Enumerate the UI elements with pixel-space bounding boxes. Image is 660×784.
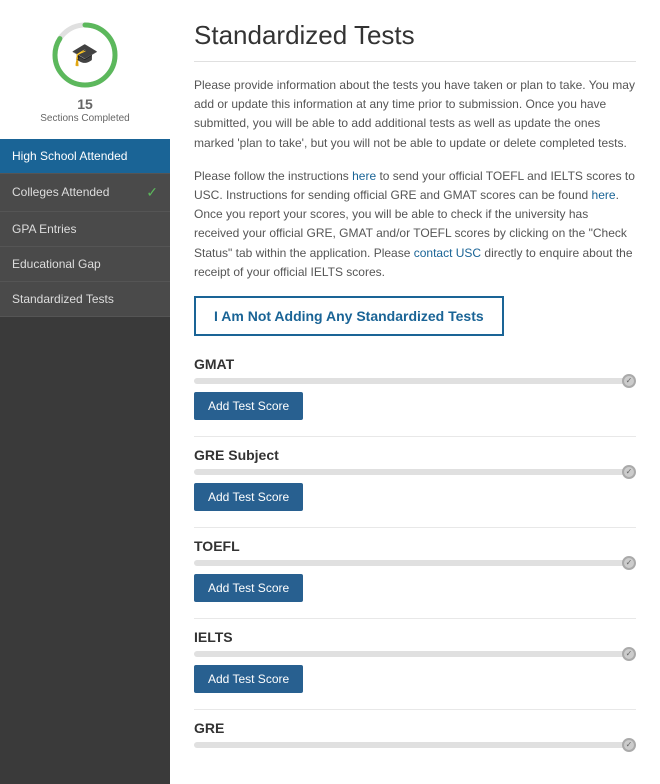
toefl-progress-circle: ✓ (622, 556, 636, 570)
colleges-check-icon: ✓ (146, 184, 158, 201)
gre-check: ✓ (626, 740, 633, 749)
gmat-add-test-button[interactable]: Add Test Score (194, 392, 303, 420)
gmat-check: ✓ (626, 376, 633, 385)
gre-section: GRE ✓ (194, 720, 636, 748)
gre-subject-check: ✓ (626, 467, 633, 476)
page-title: Standardized Tests (194, 20, 636, 62)
toefl-check: ✓ (626, 558, 633, 567)
gre-subject-progress-circle: ✓ (622, 465, 636, 479)
ielts-check: ✓ (626, 649, 633, 658)
gmat-label: GMAT (194, 356, 636, 372)
ielts-section: IELTS ✓ Add Test Score (194, 629, 636, 693)
sidebar-item-std-tests[interactable]: Standardized Tests (0, 282, 170, 317)
progress-circle: 🎓 (50, 20, 120, 90)
gre-subject-progress-bar: ✓ (194, 469, 636, 475)
gre-gmat-link[interactable]: here (592, 188, 616, 202)
gmat-progress-bar: ✓ (194, 378, 636, 384)
contact-usc-link[interactable]: contact USC (414, 246, 481, 260)
sidebar-item-high-school[interactable]: High School Attended (0, 139, 170, 174)
ielts-add-test-button[interactable]: Add Test Score (194, 665, 303, 693)
sidebar: 🎓 15 Sections Completed High School Atte… (0, 0, 170, 784)
toefl-label: TOEFL (194, 538, 636, 554)
gre-subject-label: GRE Subject (194, 447, 636, 463)
description-2: Please follow the instructions here to s… (194, 167, 636, 282)
sections-completed-label: 15 Sections Completed (40, 96, 130, 125)
sidebar-item-colleges[interactable]: Colleges Attended ✓ (0, 174, 170, 212)
ielts-label: IELTS (194, 629, 636, 645)
toefl-section: TOEFL ✓ Add Test Score (194, 538, 636, 602)
not-adding-button[interactable]: I Am Not Adding Any Standardized Tests (194, 296, 504, 336)
gre-progress-bar: ✓ (194, 742, 636, 748)
sidebar-dark-area (0, 317, 170, 784)
ielts-progress-circle: ✓ (622, 647, 636, 661)
gmat-progress-circle: ✓ (622, 374, 636, 388)
gmat-section: GMAT ✓ Add Test Score (194, 356, 636, 420)
sidebar-item-gpa[interactable]: GPA Entries (0, 212, 170, 247)
sidebar-nav: High School Attended Colleges Attended ✓… (0, 139, 170, 317)
sidebar-top: 🎓 15 Sections Completed (0, 0, 170, 139)
sidebar-item-edu-gap[interactable]: Educational Gap (0, 247, 170, 282)
gre-progress-circle: ✓ (622, 738, 636, 752)
gre-label: GRE (194, 720, 636, 736)
toefl-add-test-button[interactable]: Add Test Score (194, 574, 303, 602)
gre-subject-section: GRE Subject ✓ Add Test Score (194, 447, 636, 511)
gre-subject-add-test-button[interactable]: Add Test Score (194, 483, 303, 511)
instructions-link[interactable]: here (352, 169, 376, 183)
toefl-progress-bar: ✓ (194, 560, 636, 566)
ielts-progress-bar: ✓ (194, 651, 636, 657)
main-content: Standardized Tests Please provide inform… (170, 0, 660, 784)
description-1: Please provide information about the tes… (194, 76, 636, 153)
